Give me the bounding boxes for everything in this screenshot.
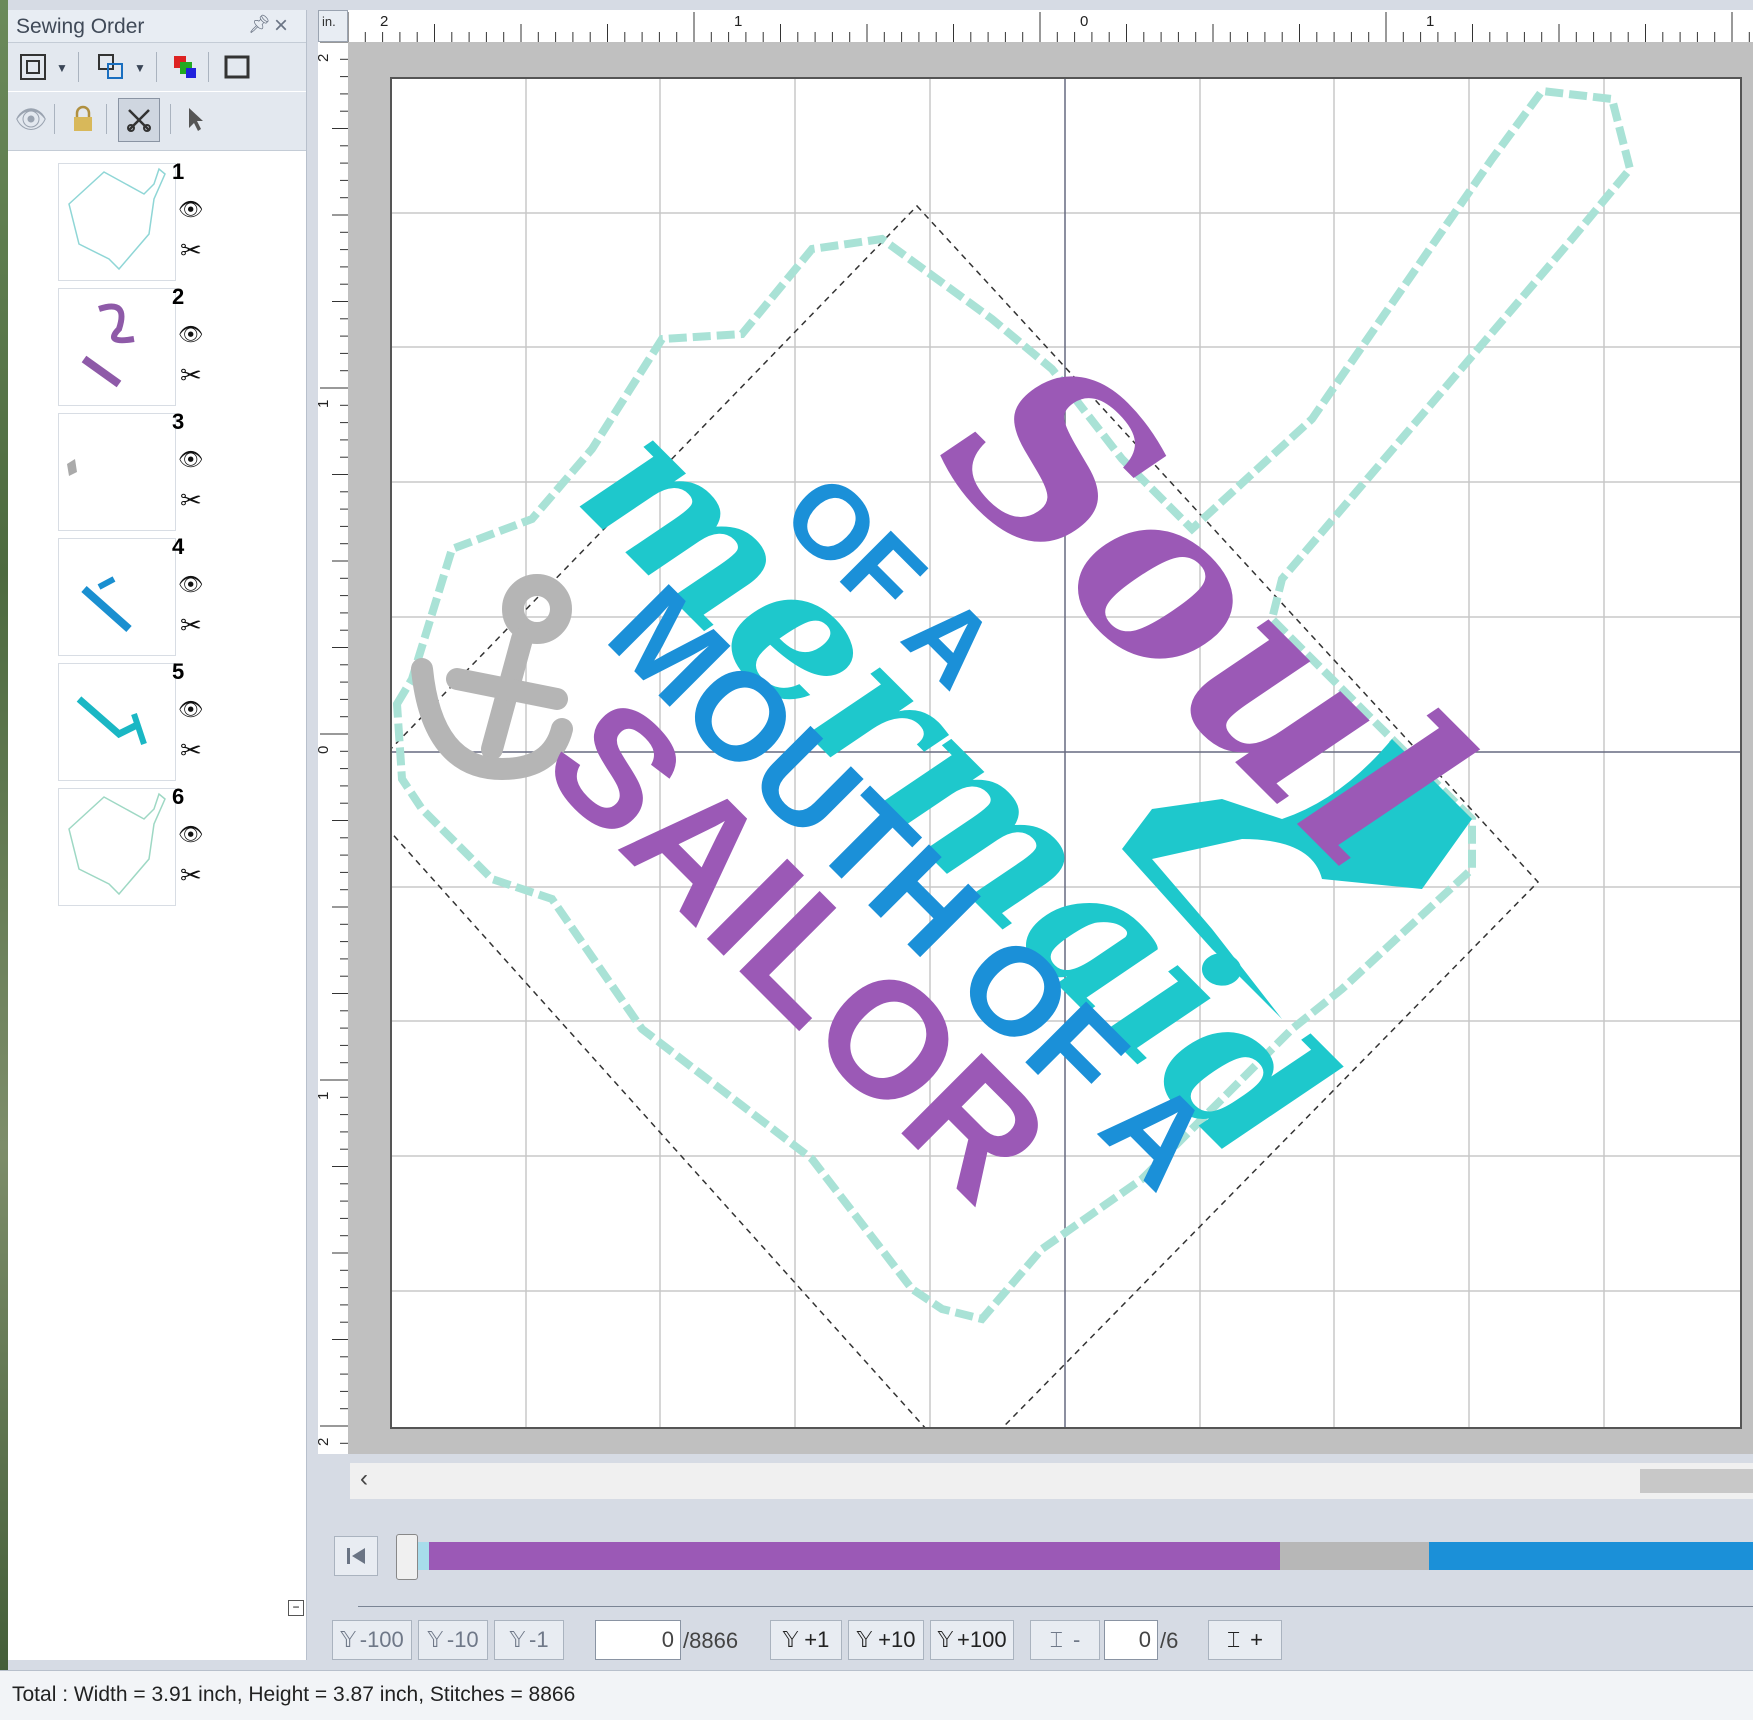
progress-segment [1428, 1542, 1753, 1570]
item-number: 6 [172, 784, 185, 809]
item-thumbnail[interactable] [58, 413, 176, 531]
color-total: /6 [1160, 1628, 1179, 1653]
panel-toolbar-top: ▼ ▼ [8, 43, 306, 91]
frame-icon: ⌶ [1049, 1627, 1063, 1652]
trim-icon[interactable]: ✂ [180, 737, 202, 763]
trim-icon[interactable]: ✂ [180, 362, 202, 388]
list-item[interactable]: 5 👁︎ ✂ [50, 657, 210, 781]
eye-icon[interactable]: 👁︎ [14, 102, 48, 136]
ruler-label: 2 [380, 13, 388, 30]
trim-icon[interactable]: ✂ [180, 612, 202, 638]
step-back-10-button[interactable]: 𝕐 -10 [418, 1620, 488, 1660]
ruler-label: 1 [734, 13, 742, 30]
collapse-icon[interactable]: − [288, 1600, 304, 1616]
next-color-button[interactable]: ⌶ + [1208, 1620, 1282, 1660]
step-forward-10-button[interactable]: 𝕐 +10 [848, 1620, 924, 1660]
sewing-order-panel: Sewing Order 📌︎ × ▼ ▼ 👁︎ 1 👁︎ ✂ 2 👁︎ ✂ 3… [8, 10, 307, 1660]
slider-track [358, 1606, 1753, 1607]
ruler-label: 0 [318, 746, 332, 754]
status-bar: Total : Width = 3.91 inch, Height = 3.87… [0, 1670, 1753, 1720]
progress-segment [1280, 1542, 1429, 1570]
list-item[interactable]: 6 👁︎ ✂ [50, 782, 210, 906]
ruler-label: 1 [318, 1092, 332, 1100]
ruler-label: 2 [318, 54, 332, 62]
item-thumbnail[interactable] [58, 663, 176, 781]
step-forward-100-button[interactable]: 𝕐 +100 [930, 1620, 1014, 1660]
item-thumbnail[interactable] [58, 163, 176, 281]
item-thumbnail[interactable] [58, 788, 176, 906]
eye-icon[interactable]: 👁︎ [178, 572, 203, 597]
embroidery-hoop[interactable]: Soul mermaid OF A MOUTH OF A SAILOR [350, 77, 1742, 1471]
chevron-down-icon[interactable]: ▼ [56, 61, 68, 75]
ruler-vertical: 2 1 0 1 2 [315, 41, 349, 1454]
step-forward-1-button[interactable]: 𝕐 +1 [770, 1620, 842, 1660]
panel-title: Sewing Order [16, 15, 145, 38]
frame-icon[interactable] [220, 50, 254, 84]
ruler-label: 1 [318, 400, 332, 408]
ruler-label: 0 [1080, 13, 1088, 30]
trim-icon[interactable] [118, 98, 160, 142]
frame-icon: ⌶ [1226, 1627, 1241, 1652]
eye-icon[interactable]: 👁︎ [178, 197, 203, 222]
scroll-left-icon[interactable]: ‹ [360, 1465, 368, 1493]
design-grid: Soul mermaid OF A MOUTH OF A SAILOR [350, 79, 1740, 1471]
item-number: 2 [172, 284, 185, 309]
select-arrow-icon[interactable] [178, 102, 212, 136]
anchor-graphic [411, 574, 573, 781]
desktop-background-strip [0, 0, 8, 1719]
color-progress-bar [402, 1542, 1753, 1570]
ruler-label: 1 [1426, 13, 1434, 30]
close-icon[interactable]: × [274, 12, 288, 40]
pin-icon[interactable]: 📌︎ [248, 14, 271, 35]
color-sort-icon[interactable] [168, 50, 202, 84]
progress-segment [429, 1542, 1281, 1570]
eye-icon[interactable]: 👁︎ [178, 822, 203, 847]
list-item[interactable]: 3 👁︎ ✂ [50, 407, 210, 531]
chevron-down-icon[interactable]: ▼ [134, 61, 146, 75]
go-to-start-button[interactable] [334, 1536, 378, 1576]
panel-title-bar: Sewing Order 📌︎ × [8, 10, 306, 43]
step-back-100-button[interactable]: 𝕐 -100 [332, 1620, 412, 1660]
eye-icon[interactable]: 👁︎ [178, 447, 203, 472]
trim-icon[interactable]: ✂ [180, 862, 202, 888]
item-thumbnail[interactable] [58, 538, 176, 656]
stitch-input[interactable]: 0 [595, 1620, 681, 1660]
scroll-thumb[interactable] [1640, 1469, 1753, 1493]
lock-icon[interactable] [66, 102, 100, 136]
step-back-1-button[interactable]: 𝕐 -1 [494, 1620, 564, 1660]
item-number: 4 [172, 534, 185, 559]
fit-view-icon[interactable] [16, 50, 50, 84]
list-item[interactable]: 4 👁︎ ✂ [50, 532, 210, 656]
panel-toolbar-bottom: 👁︎ [8, 92, 306, 151]
item-number: 5 [172, 659, 185, 684]
eye-icon[interactable]: 👁︎ [178, 322, 203, 347]
horizontal-scrollbar[interactable]: ‹ [350, 1463, 1753, 1499]
slider-handle[interactable] [396, 1534, 418, 1580]
list-item[interactable]: 1 👁︎ ✂ [50, 157, 210, 281]
ruler-horizontal: 2 1 0 1 [318, 10, 1753, 43]
status-text: Total : Width = 3.91 inch, Height = 3.87… [12, 1683, 576, 1706]
item-number: 1 [172, 159, 185, 184]
ruler-unit: in. [318, 10, 348, 42]
list-item[interactable]: 2 👁︎ ✂ [50, 282, 210, 406]
eye-icon[interactable]: 👁︎ [178, 697, 203, 722]
ruler-label: 2 [318, 1438, 332, 1446]
trim-icon[interactable]: ✂ [180, 487, 202, 513]
prev-color-button[interactable]: ⌶ - [1030, 1620, 1100, 1660]
stitch-total: /8866 [683, 1628, 739, 1653]
group-icon[interactable] [94, 50, 128, 84]
item-number: 3 [172, 409, 185, 434]
color-input[interactable]: 0 [1104, 1620, 1158, 1660]
item-thumbnail[interactable] [58, 288, 176, 406]
trim-icon[interactable]: ✂ [180, 237, 202, 263]
